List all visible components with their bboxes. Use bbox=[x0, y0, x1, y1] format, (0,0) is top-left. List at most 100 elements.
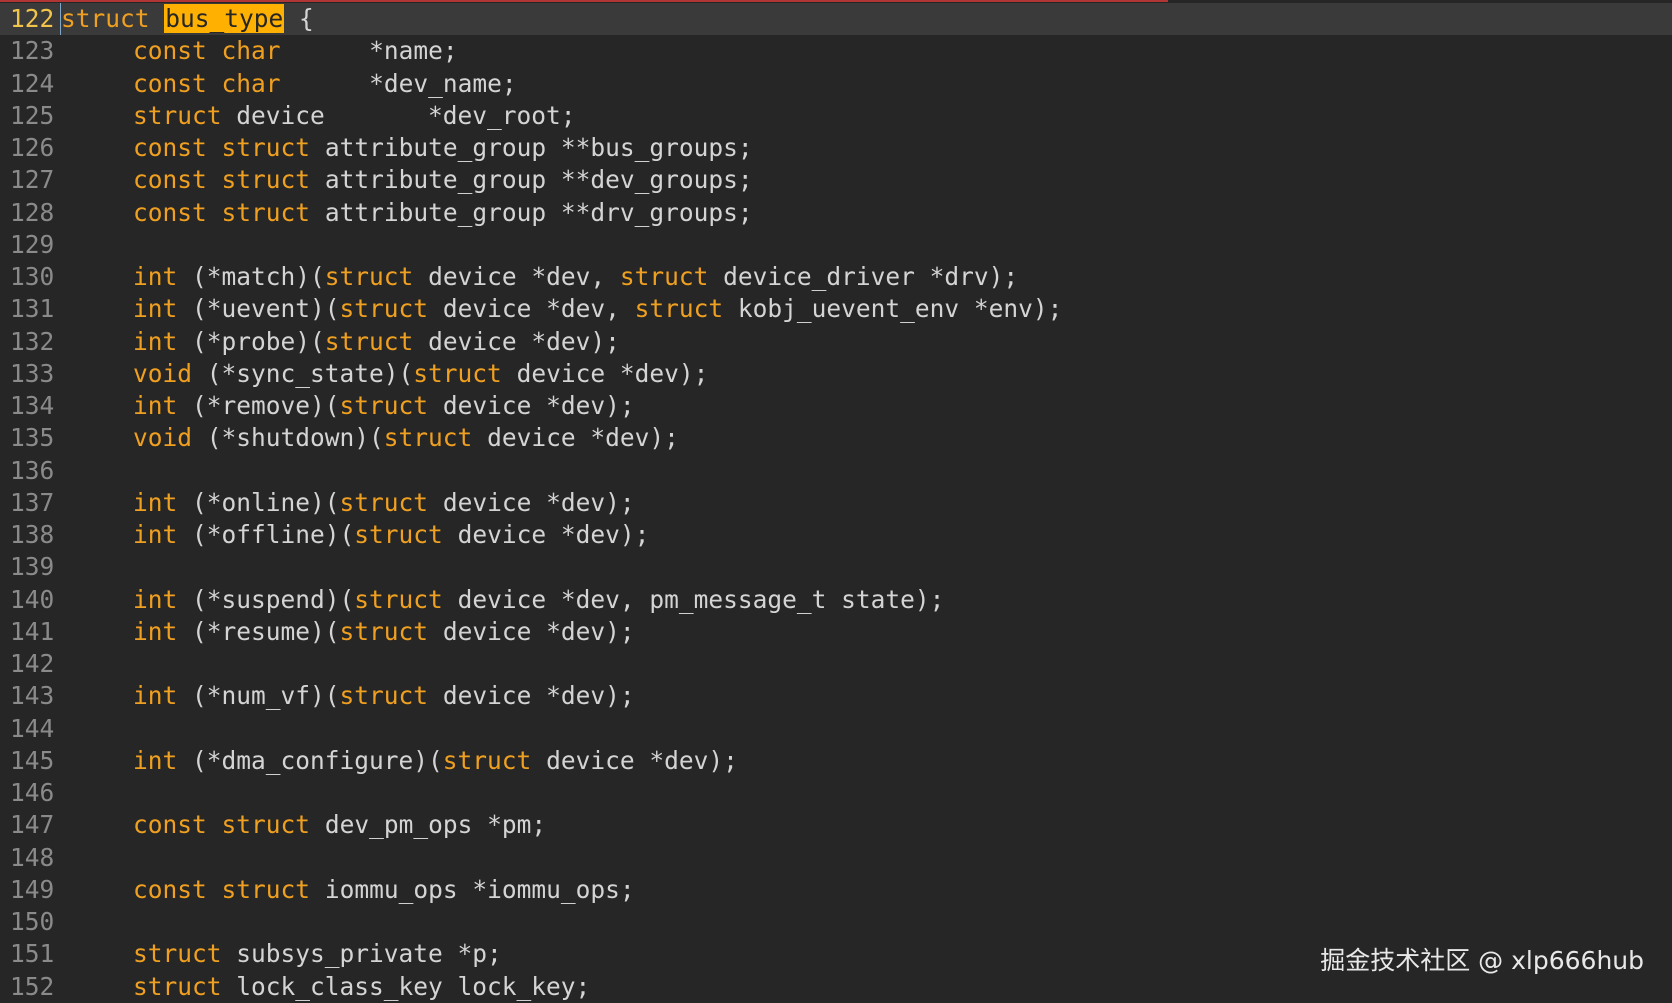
code-line[interactable]: 147 const struct dev_pm_ops *pm; bbox=[0, 809, 1672, 841]
line-code[interactable]: int (*suspend)(struct device *dev, pm_me… bbox=[60, 584, 944, 616]
code-line[interactable]: 149 const struct iommu_ops *iommu_ops; bbox=[0, 874, 1672, 906]
watermark: 掘金技术社区 @ xlp666hub bbox=[1320, 946, 1644, 975]
code-token: kobj_uevent_env *env); bbox=[723, 294, 1063, 324]
code-line[interactable]: 133 void (*sync_state)(struct device *de… bbox=[0, 358, 1672, 390]
line-code[interactable]: struct subsys_private *p; bbox=[60, 938, 502, 970]
line-code[interactable]: const struct attribute_group **bus_group… bbox=[60, 132, 753, 164]
code-line[interactable]: 136 bbox=[0, 455, 1672, 487]
line-number: 149 bbox=[10, 874, 55, 904]
keyword-token: struct bbox=[133, 971, 222, 1001]
line-code[interactable]: const struct attribute_group **dev_group… bbox=[60, 164, 753, 196]
line-code[interactable]: const char *dev_name; bbox=[60, 68, 517, 100]
code-line[interactable]: 140 int (*suspend)(struct device *dev, p… bbox=[0, 584, 1672, 616]
keyword-token: struct bbox=[324, 326, 414, 356]
code-token: subsys_private *p; bbox=[221, 939, 502, 969]
code-line[interactable]: 139 bbox=[0, 551, 1672, 583]
code-line[interactable]: 142 bbox=[0, 648, 1672, 680]
line-code[interactable]: int (*probe)(struct device *dev); bbox=[60, 326, 620, 358]
keyword-token: struct bbox=[339, 391, 429, 420]
keyword-token: struct bbox=[133, 100, 222, 130]
code-lines[interactable]: 122 struct bus_type {123 const char *name… bbox=[0, 3, 1672, 1003]
line-number: 137 bbox=[10, 487, 55, 517]
line-code[interactable]: int (*online)(struct device *dev); bbox=[60, 487, 635, 519]
code-line[interactable]: 134 int (*remove)(struct device *dev); bbox=[0, 390, 1672, 422]
keyword-token: int bbox=[133, 391, 178, 420]
keyword-token: int bbox=[133, 681, 178, 711]
code-token: (*suspend)( bbox=[177, 584, 355, 614]
line-number: 136 bbox=[10, 455, 55, 485]
line-code[interactable]: int (*dma_configure)(struct device *dev)… bbox=[60, 745, 738, 777]
line-code[interactable]: const char *name; bbox=[60, 35, 458, 67]
code-line[interactable]: 146 bbox=[0, 777, 1672, 809]
keyword-token: int bbox=[133, 294, 178, 324]
line-number: 150 bbox=[10, 907, 55, 936]
keyword-token: struct bbox=[339, 681, 429, 711]
code-line[interactable]: 131 int (*uevent)(struct device *dev, st… bbox=[0, 293, 1672, 325]
line-code[interactable]: void (*shutdown)(struct device *dev); bbox=[60, 422, 679, 454]
line-code[interactable]: const struct attribute_group **drv_group… bbox=[60, 197, 753, 229]
code-token: *name; bbox=[280, 36, 458, 66]
line-code[interactable]: struct lock_class_key lock_key; bbox=[60, 971, 590, 1003]
keyword-token: void bbox=[133, 423, 193, 453]
line-number: 130 bbox=[10, 262, 55, 291]
code-line[interactable]: 145 int (*dma_configure)(struct device *… bbox=[0, 745, 1672, 777]
keyword-token: int bbox=[133, 262, 178, 291]
code-token: device *dev); bbox=[428, 391, 635, 420]
line-code[interactable]: struct bus_type { bbox=[60, 3, 314, 36]
line-code[interactable]: int (*remove)(struct device *dev); bbox=[60, 390, 635, 422]
line-code[interactable]: void (*sync_state)(struct device *dev); bbox=[60, 358, 708, 390]
code-line[interactable]: 130 int (*match)(struct device *dev, str… bbox=[0, 261, 1672, 293]
keyword-token: int bbox=[133, 745, 178, 775]
keyword-token: void bbox=[133, 358, 193, 388]
code-token: (*online)( bbox=[177, 487, 340, 517]
code-line[interactable]: 122 struct bus_type { bbox=[0, 3, 1672, 36]
code-line[interactable]: 124 const char *dev_name; bbox=[0, 68, 1672, 100]
code-line[interactable]: 135 void (*shutdown)(struct device *dev)… bbox=[0, 422, 1672, 454]
line-code[interactable]: int (*uevent)(struct device *dev, struct… bbox=[60, 293, 1062, 325]
code-token: lock_class_key lock_key; bbox=[221, 971, 591, 1001]
code-line[interactable]: 129 bbox=[0, 229, 1672, 261]
line-code[interactable]: int (*resume)(struct device *dev); bbox=[60, 616, 635, 648]
code-line[interactable]: 127 const struct attribute_group **dev_g… bbox=[0, 164, 1672, 196]
code-line[interactable]: 137 int (*online)(struct device *dev); bbox=[0, 487, 1672, 519]
line-code[interactable]: struct device *dev_root; bbox=[60, 100, 576, 132]
line-code[interactable]: int (*match)(struct device *dev, struct … bbox=[60, 261, 1018, 293]
code-token: (*probe)( bbox=[177, 326, 325, 356]
code-line[interactable]: 126 const struct attribute_group **bus_g… bbox=[0, 132, 1672, 164]
code-line[interactable]: 132 int (*probe)(struct device *dev); bbox=[0, 326, 1672, 358]
code-line[interactable]: 138 int (*offline)(struct device *dev); bbox=[0, 519, 1672, 551]
line-number: 143 bbox=[10, 681, 55, 711]
line-code[interactable]: const struct iommu_ops *iommu_ops; bbox=[60, 874, 635, 906]
code-token: iommu_ops *iommu_ops; bbox=[310, 874, 635, 904]
line-code[interactable]: int (*offline)(struct device *dev); bbox=[60, 519, 649, 551]
line-code[interactable]: const struct dev_pm_ops *pm; bbox=[60, 809, 546, 841]
code-line[interactable]: 123 const char *name; bbox=[0, 35, 1672, 67]
code-line[interactable]: 143 int (*num_vf)(struct device *dev); bbox=[0, 680, 1672, 712]
keyword-token: struct bbox=[339, 616, 429, 646]
code-line[interactable]: 141 int (*resume)(struct device *dev); bbox=[0, 616, 1672, 648]
code-line[interactable]: 128 const struct attribute_group **drv_g… bbox=[0, 197, 1672, 229]
code-editor[interactable]: 122 struct bus_type {123 const char *name… bbox=[0, 0, 1672, 1003]
keyword-token: const bbox=[133, 165, 207, 195]
code-token: device *dev); bbox=[428, 681, 635, 711]
code-line[interactable]: 125 struct device *dev_root; bbox=[0, 100, 1672, 132]
code-line[interactable]: 150 bbox=[0, 906, 1672, 938]
keyword-token: int bbox=[133, 520, 178, 549]
line-number: 147 bbox=[10, 810, 55, 840]
line-code[interactable]: int (*num_vf)(struct device *dev); bbox=[60, 680, 635, 712]
code-line[interactable]: 144 bbox=[0, 713, 1672, 745]
code-line[interactable]: 148 bbox=[0, 842, 1672, 874]
